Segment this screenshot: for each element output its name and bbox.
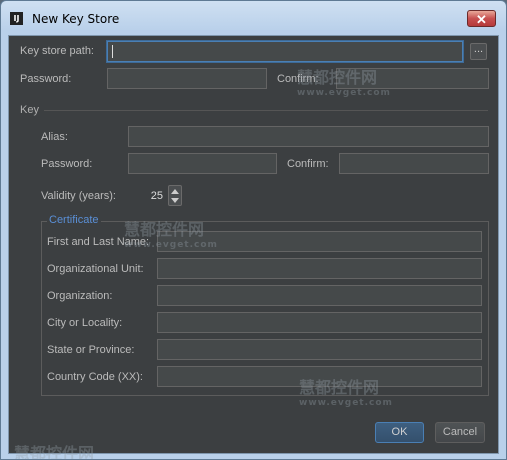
cert-organizational-unit-input[interactable] (157, 258, 482, 279)
alias-label: Alias: (41, 131, 68, 143)
stepper-up-icon[interactable] (171, 189, 179, 194)
browse-button[interactable]: ... (470, 43, 487, 60)
key-confirm-input[interactable] (339, 153, 489, 174)
watermark-url: www.evget.com (297, 88, 391, 98)
dialog-content: Key store path: ... Password: Confirm: K… (8, 35, 499, 459)
key-store-path-input[interactable] (107, 41, 463, 62)
text-caret (112, 45, 113, 58)
key-store-path-label: Key store path: (20, 45, 94, 57)
watermark-url: www.evget.com (124, 240, 218, 250)
stepper-down-icon[interactable] (171, 198, 179, 203)
key-store-password-input[interactable] (107, 68, 267, 89)
cert-organization-input[interactable] (157, 285, 482, 306)
cert-city-input[interactable] (157, 312, 482, 333)
key-section-divider (44, 110, 488, 111)
cert-organizational-unit-label: Organizational Unit: (47, 263, 144, 275)
key-store-password-label: Password: (20, 73, 72, 85)
validity-stepper[interactable] (168, 185, 182, 206)
watermark-text: 慧都控件网 (124, 220, 205, 239)
alias-input[interactable] (128, 126, 489, 147)
key-section-label: Key (20, 104, 39, 116)
key-password-label: Password: (41, 158, 93, 170)
validity-value[interactable]: 25 (137, 190, 163, 202)
cert-state-label: State or Province: (47, 344, 135, 356)
watermark: 慧都控件网 www.evget.com (299, 374, 393, 408)
certificate-group-title: Certificate (47, 214, 101, 226)
cert-organization-label: Organization: (47, 290, 113, 302)
cancel-button[interactable]: Cancel (435, 422, 485, 443)
watermark-text: 慧都控件网 (14, 444, 95, 460)
watermark: 慧都控件网 www.evget.com (297, 64, 391, 98)
cert-country-code-label: Country Code (XX): (47, 371, 143, 383)
key-password-input[interactable] (128, 153, 277, 174)
title-bar[interactable]: IJ New Key Store ✕ (1, 1, 506, 35)
ok-button[interactable]: OK (375, 422, 424, 443)
dialog-window: IJ New Key Store ✕ Key store path: ... P… (0, 0, 507, 460)
watermark: 慧都控件网 www.evget.com (124, 216, 218, 250)
watermark-text: 慧都控件网 (297, 68, 378, 87)
close-button[interactable]: ✕ (467, 10, 496, 27)
intellij-icon: IJ (10, 12, 23, 25)
validity-label: Validity (years): (41, 190, 116, 202)
key-confirm-label: Confirm: (287, 158, 329, 170)
cert-city-label: City or Locality: (47, 317, 123, 329)
watermark: 慧都控件网 (14, 440, 95, 460)
watermark-url: www.evget.com (299, 398, 393, 408)
watermark-text: 慧都控件网 (299, 378, 380, 397)
window-title: New Key Store (32, 12, 120, 26)
cert-state-input[interactable] (157, 339, 482, 360)
